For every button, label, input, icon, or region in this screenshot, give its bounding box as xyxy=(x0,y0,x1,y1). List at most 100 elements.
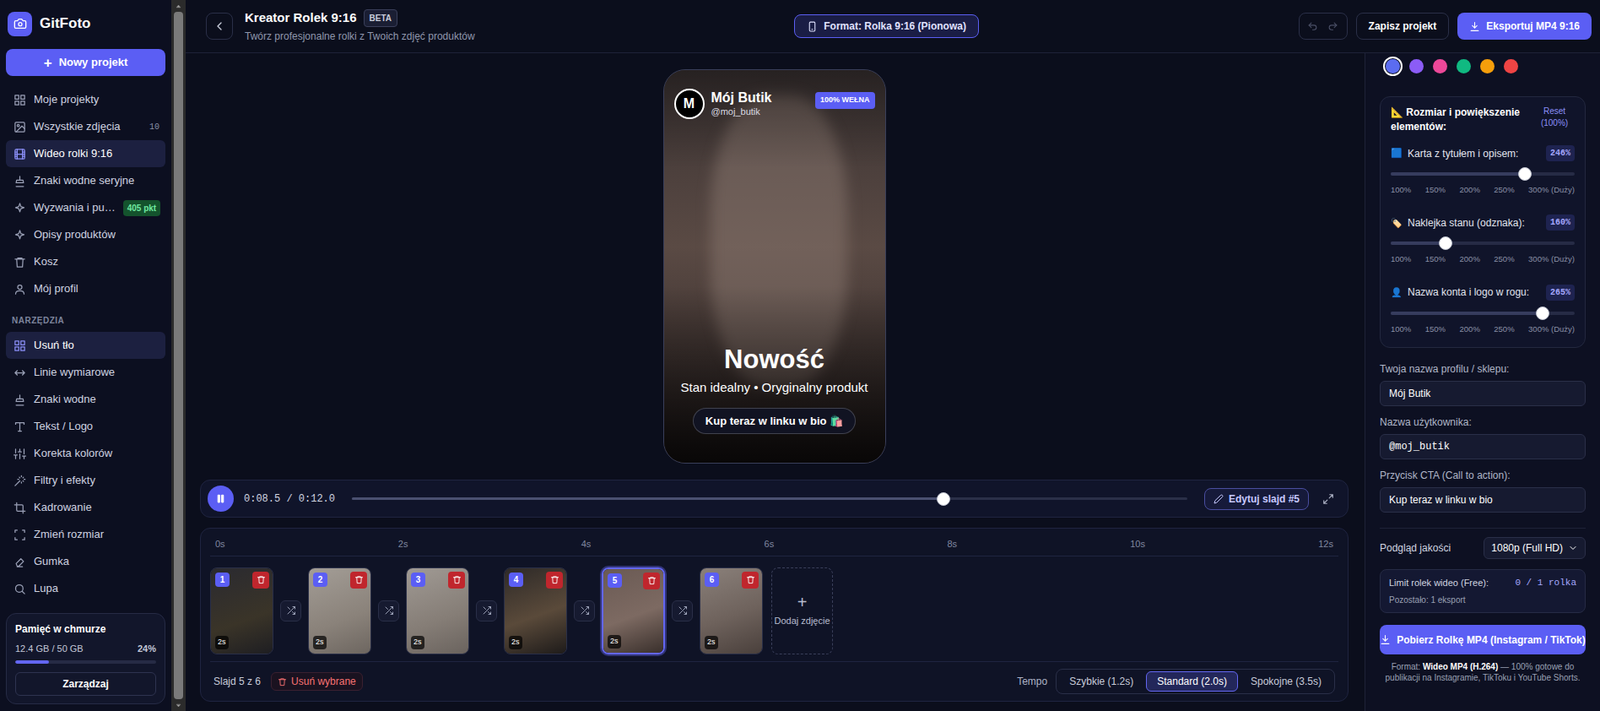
add-icon: + xyxy=(797,593,808,611)
clip-delete-button[interactable] xyxy=(643,572,660,590)
ruler-tick: 6s xyxy=(764,536,775,552)
color-swatch[interactable] xyxy=(1477,56,1498,76)
sidebar-item[interactable]: Tekst / Logo xyxy=(5,412,166,440)
sidebar-item[interactable]: Filtry i efekty xyxy=(5,466,166,494)
form-field: Nazwa użytkownika: xyxy=(1379,414,1586,460)
resize-icon xyxy=(13,528,27,541)
sidebar-item[interactable]: Wszystkie zdjęcia10 xyxy=(5,113,166,141)
quality-select[interactable]: 1080p (Full HD) xyxy=(1483,536,1586,559)
manage-button[interactable]: Zarządzaj xyxy=(15,671,157,696)
limit-label: Limit rolek wideo (Free): xyxy=(1389,575,1489,590)
slider-thumb[interactable] xyxy=(1518,167,1532,181)
tempo-option[interactable]: Standard (2.0s) xyxy=(1145,670,1238,692)
wand-icon xyxy=(13,474,27,487)
ruler-tick: 0s xyxy=(215,536,226,552)
tempo-option[interactable]: Szybkie (1.2s) xyxy=(1058,670,1145,692)
sidebar-item[interactable]: Kadrowanie xyxy=(5,493,166,521)
sparkle-icon xyxy=(13,228,27,242)
clip-delete-button[interactable] xyxy=(448,571,465,589)
storage-percent: 24% xyxy=(137,641,157,656)
sidebar-item[interactable]: Znaki wodne xyxy=(5,385,166,413)
delete-selected-button[interactable]: Usuń wybrane xyxy=(270,671,363,691)
sidebar-item[interactable]: Opisy produktów xyxy=(5,221,166,249)
transition-button[interactable] xyxy=(475,600,498,622)
color-swatch[interactable] xyxy=(1383,56,1403,76)
text-field[interactable] xyxy=(1379,486,1586,513)
sidebar-item[interactable]: Usuń tło xyxy=(5,331,166,359)
clip-delete-button[interactable] xyxy=(350,571,368,589)
slider-track[interactable] xyxy=(1390,172,1575,176)
trash-icon xyxy=(13,255,27,269)
sidebar-label: Lupa xyxy=(33,579,59,597)
add-photo-button[interactable]: +Dodaj zdjęcie xyxy=(771,567,833,655)
sidebar-item[interactable]: Mój profil xyxy=(5,275,166,303)
timeline-clip[interactable]: 12s xyxy=(210,567,274,655)
sidebar-label: Korekta kolorów xyxy=(33,444,113,462)
color-swatch[interactable] xyxy=(1454,56,1474,76)
sidebar-item[interactable]: Zmień rozmiar xyxy=(5,520,166,548)
download-label: Pobierz Rolkę MP4 (Instagram / TikTok) xyxy=(1396,632,1586,648)
sidebar-item[interactable]: Korekta kolorów xyxy=(5,439,166,467)
progress-thumb[interactable] xyxy=(936,491,951,506)
color-swatch[interactable] xyxy=(1430,56,1450,76)
color-swatch[interactable] xyxy=(1406,56,1427,76)
back-button[interactable] xyxy=(205,12,233,40)
export-button[interactable]: Eksportuj MP4 9:16 xyxy=(1457,12,1592,40)
transition-button[interactable] xyxy=(280,600,302,622)
text-field[interactable] xyxy=(1379,380,1586,406)
sidebar-item[interactable]: Linie wymiarowe xyxy=(5,358,166,386)
slider-thumb[interactable] xyxy=(1438,236,1453,250)
redo-icon xyxy=(1327,21,1339,33)
sidebar-label: Gumka xyxy=(33,552,70,570)
sidebar-item[interactable]: Moje projekty xyxy=(5,86,166,114)
sidebar-label: Kosz xyxy=(33,253,59,271)
scrollbar-thumb[interactable] xyxy=(173,11,184,699)
slider-track[interactable] xyxy=(1390,241,1575,245)
text-field[interactable] xyxy=(1379,433,1586,460)
transition-button[interactable] xyxy=(671,600,693,622)
clip-delete-button[interactable] xyxy=(741,571,759,589)
sidebar-item[interactable]: Wideo rolki 9:16 xyxy=(5,140,166,168)
redo-button[interactable] xyxy=(1323,16,1344,37)
undo-button[interactable] xyxy=(1302,16,1324,37)
download-button[interactable]: Pobierz Rolkę MP4 (Instagram / TikTok) xyxy=(1379,624,1586,655)
sidebar-item[interactable]: Gumka xyxy=(5,547,166,575)
slider-thumb[interactable] xyxy=(1535,306,1550,320)
quality-row: Podgląd jakości1080p (Full HD) xyxy=(1379,527,1586,559)
sidebar-item[interactable]: Wyzwania i pu…405 pkt xyxy=(5,194,166,222)
slider-fill xyxy=(1390,241,1446,245)
transition-button[interactable] xyxy=(378,600,400,622)
slider-tick: 100% xyxy=(1390,323,1411,336)
clip-duration: 2s xyxy=(215,635,229,649)
progress-track[interactable] xyxy=(351,497,1188,500)
sidebar-item[interactable]: Znaki wodne seryjne xyxy=(5,167,166,195)
fullscreen-button[interactable] xyxy=(1318,489,1338,509)
reset-button[interactable]: Reset (100%) xyxy=(1534,105,1575,130)
slider-label: Nazwa konta i logo w rogu: xyxy=(1407,284,1530,300)
slider-track[interactable] xyxy=(1390,311,1575,315)
clip-delete-button[interactable] xyxy=(545,571,563,589)
format-button[interactable]: Format: Rolka 9:16 (Pionowa) xyxy=(794,14,979,38)
timeline-clip[interactable]: 32s xyxy=(405,567,470,655)
sidebar-item[interactable]: Lupa xyxy=(5,574,166,602)
edit-slide-button[interactable]: Edytuj slajd #5 xyxy=(1204,487,1309,510)
timeline-clip[interactable]: 22s xyxy=(308,567,372,655)
tempo-option[interactable]: Spokojne (3.5s) xyxy=(1239,670,1333,692)
timeline-clip[interactable]: 52s xyxy=(601,567,665,655)
limit-remaining: Pozostało: 1 eksport xyxy=(1389,593,1577,606)
color-swatch[interactable] xyxy=(1501,56,1521,76)
clip-delete-button[interactable] xyxy=(252,571,270,589)
timeline-clip[interactable]: 42s xyxy=(503,567,568,655)
trash-icon xyxy=(452,574,462,584)
app-window: GitFoto+Nowy projektMoje projektyWszystk… xyxy=(0,0,1600,711)
transition-button[interactable] xyxy=(573,600,595,622)
play-pause-button[interactable] xyxy=(207,485,234,512)
sidebar-label: Wideo rolki 9:16 xyxy=(33,145,113,163)
new-project-button[interactable]: +Nowy projekt xyxy=(5,48,166,76)
timeline-clip[interactable]: 62s xyxy=(699,567,763,655)
sidebar-item[interactable]: Kosz xyxy=(5,248,166,276)
sidebar-scrollbar[interactable] xyxy=(171,0,186,711)
clip-duration: 2s xyxy=(607,634,622,649)
swatch-fill xyxy=(1385,59,1400,74)
save-button[interactable]: Zapisz projekt xyxy=(1356,12,1450,40)
